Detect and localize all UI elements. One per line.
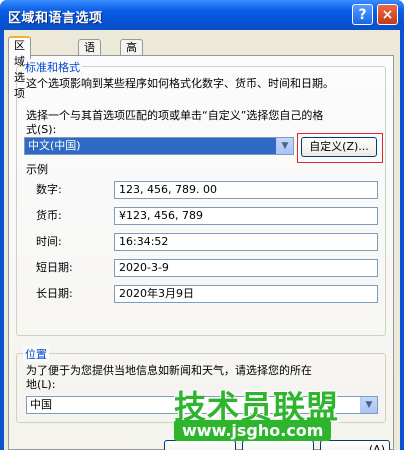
dialog-window: 区域和语言选项 ? × 区域选项 语言 高级 标准和格式 这个选项影响到某些程序… bbox=[0, 0, 404, 450]
sample-label-short-date: 短日期: bbox=[36, 261, 73, 274]
sample-value-number: 123, 456, 789. 00 bbox=[114, 181, 378, 199]
sample-label-time: 时间: bbox=[36, 235, 62, 248]
location-description-line1: 为了便于为您提供当地信息如新闻和天气，请选择您的所在 bbox=[26, 364, 312, 377]
standards-description: 这个选项影响到某些程序如何格式化数字、货币、时间和日期。 bbox=[26, 77, 334, 90]
location-select-value: 中国 bbox=[30, 398, 52, 411]
tab-regional-options[interactable]: 区域选项 bbox=[8, 36, 31, 100]
help-button[interactable]: ? bbox=[352, 4, 373, 25]
format-select-value: 中文(中国) bbox=[25, 138, 276, 154]
standards-group: 标准和格式 这个选项影响到某些程序如何格式化数字、货币、时间和日期。 选择一个与… bbox=[16, 59, 386, 336]
customize-button[interactable]: 自定义(Z)... bbox=[301, 137, 377, 157]
close-button[interactable]: × bbox=[377, 4, 398, 25]
samples-heading: 示例 bbox=[26, 163, 48, 176]
sample-value-time: 16:34:52 bbox=[114, 233, 378, 251]
watermark-logo: 技术员联盟 www.jsgho.com bbox=[174, 382, 374, 450]
sample-label-number: 数字: bbox=[36, 183, 62, 196]
sample-label-long-date: 长日期: bbox=[36, 287, 73, 300]
sample-value-long-date: 2020年3月9日 bbox=[114, 285, 378, 303]
watermark-url: www.jsgho.com bbox=[174, 420, 332, 441]
standards-legend: 标准和格式 bbox=[23, 59, 82, 75]
window-title: 区域和语言选项 bbox=[8, 11, 103, 26]
sample-value-short-date: 2020-3-9 bbox=[114, 259, 378, 277]
location-legend: 位置 bbox=[23, 346, 49, 362]
sample-value-currency: ¥123, 456, 789 bbox=[114, 207, 378, 225]
standards-instruction-line1: 选择一个与其首选项匹配的项或单击“自定义”选择您自己的格 bbox=[26, 109, 324, 122]
standards-instruction-line2: 式(S): bbox=[26, 123, 57, 136]
sample-label-currency: 货币: bbox=[36, 209, 62, 222]
location-description-line2: 地(L): bbox=[26, 378, 56, 391]
format-select[interactable]: 中文(中国) ▼ bbox=[24, 137, 294, 155]
title-bar[interactable]: 区域和语言选项 ? × bbox=[0, 0, 404, 30]
chevron-down-icon[interactable]: ▼ bbox=[276, 138, 293, 154]
